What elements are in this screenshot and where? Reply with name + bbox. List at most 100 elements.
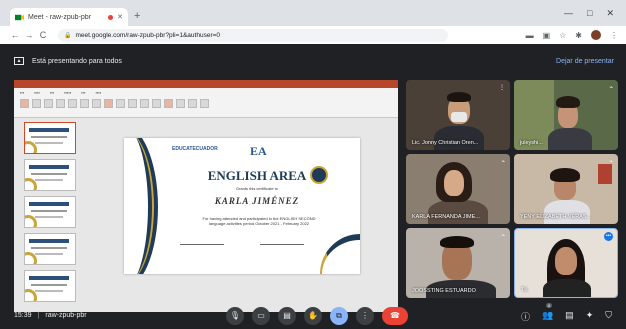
present-screen-icon: ▲: [14, 57, 24, 65]
maximize-button[interactable]: □: [587, 8, 592, 19]
meet-window: ▲ Está presentando para todos Dejar de p…: [0, 44, 626, 329]
reload-button[interactable]: C: [36, 30, 50, 40]
ribbon-tab: ▪▪▪: [49, 90, 55, 95]
new-tab-button[interactable]: +: [134, 10, 140, 22]
slide-thumbnail: [24, 122, 76, 154]
ribbon-tool-icon: [44, 99, 53, 108]
presenting-banner: ▲ Está presentando para todos Dejar de p…: [14, 52, 614, 70]
captions-button[interactable]: ▤: [278, 307, 296, 325]
close-window-button[interactable]: ✕: [606, 8, 614, 19]
participant-tile[interactable]: ⌁ YENY ELIZABETH VERAS...: [514, 154, 618, 224]
url-text: meet.google.com/raw-zpub-pbr?pli=1&authu…: [75, 31, 221, 39]
ribbon-tools: [14, 97, 398, 110]
slide-thumbnails: [18, 122, 76, 308]
activities-icon[interactable]: ✦: [586, 310, 594, 323]
participant-name: juleyshi...: [520, 140, 543, 146]
ribbon-tab: ▪▪▪▪▪: [64, 90, 72, 95]
muted-mic-icon: ⌁: [501, 159, 505, 165]
ribbon-tool-icon: [104, 99, 113, 108]
meet-favicon-icon: [15, 14, 24, 20]
meeting-controls-bar: 15:39 | raw-zpub-pbr 🎙 ▭ ▤ ✋ ⧉ ⋮ ☎ ⓘ 8 👥 …: [0, 302, 626, 329]
ribbon-tool-icon: [68, 99, 77, 108]
slide-thumbnail: [24, 233, 76, 265]
powerpoint-title-bar: [14, 80, 398, 88]
participant-name: Tú: [521, 287, 528, 293]
address-bar[interactable]: 🔒 meet.google.com/raw-zpub-pbr?pli=1&aut…: [58, 28, 448, 42]
meeting-info: 15:39 | raw-zpub-pbr: [14, 312, 87, 319]
microphone-button[interactable]: 🎙: [226, 307, 244, 325]
minimize-button[interactable]: —: [564, 8, 573, 19]
call-controls: 🎙 ▭ ▤ ✋ ⧉ ⋮ ☎: [226, 307, 408, 325]
present-button[interactable]: ⧉: [330, 307, 348, 325]
participant-tile[interactable]: ⌁ KARLA FERNANDA JIME...: [406, 154, 510, 224]
camera-button[interactable]: ▭: [252, 307, 270, 325]
people-button[interactable]: 8 👥: [541, 303, 554, 323]
certificate-body: For having attended and participated in …: [202, 216, 316, 226]
browser-tab[interactable]: Meet - raw-zpub-pbr ✕: [10, 8, 128, 26]
shared-screen: ▪▪▪ ▪▪▪▪ ▪▪▪ ▪▪▪▪▪ ▪▪▪ ▪▪▪▪ EDUCATECUADO…: [14, 80, 398, 312]
browser-chrome: Meet - raw-zpub-pbr ✕ + — □ ✕ ← → C 🔒 me…: [0, 0, 626, 44]
extension-icon[interactable]: ▣: [543, 31, 551, 40]
stop-presenting-button[interactable]: Dejar de presentar: [556, 58, 614, 65]
recording-indicator-icon: [108, 14, 114, 20]
ribbon-tabs: ▪▪▪ ▪▪▪▪ ▪▪▪ ▪▪▪▪▪ ▪▪▪ ▪▪▪▪: [14, 88, 398, 97]
camera-permission-icon[interactable]: ▬: [526, 31, 534, 40]
browser-menu-icon[interactable]: ⋮: [610, 31, 618, 40]
participant-menu-icon[interactable]: ⋮: [499, 84, 505, 91]
meeting-code: raw-zpub-pbr: [45, 312, 87, 319]
participant-tile[interactable]: ⌁ JOOSSTING ESTUARDO: [406, 228, 510, 298]
window-controls: — □ ✕: [564, 8, 614, 19]
chat-icon[interactable]: ▤: [565, 310, 574, 323]
ribbon-tool-icon: [80, 99, 89, 108]
ribbon-tool-icon: [128, 99, 137, 108]
browser-toolbar-icons: ▬ ▣ ☆ ✱ ⋮: [526, 30, 618, 40]
raise-hand-button[interactable]: ✋: [304, 307, 322, 325]
ribbon-tab: ▪▪▪▪: [34, 90, 40, 95]
meeting-time: 15:39: [14, 312, 32, 319]
separator: |: [37, 312, 40, 319]
profile-avatar[interactable]: [591, 30, 601, 40]
ribbon-tab: ▪▪▪▪: [95, 90, 102, 95]
ribbon-tool-icon: [152, 99, 161, 108]
signature-line: [260, 244, 304, 246]
people-icon: 👥: [541, 310, 554, 320]
ribbon-tool-icon: [188, 99, 197, 108]
participant-tile[interactable]: ⌁ juleyshi...: [514, 80, 618, 150]
signature-line: [180, 244, 224, 246]
tab-close-icon[interactable]: ✕: [117, 13, 123, 21]
slide-thumbnail: [24, 159, 76, 191]
more-options-button[interactable]: ⋮: [356, 307, 374, 325]
participant-name: Lic. Jonny Christian Oren...: [412, 140, 479, 146]
meeting-side-controls: ⓘ 8 👥 ▤ ✦ ⛉: [521, 303, 612, 323]
ribbon-tool-icon: [56, 99, 65, 108]
tab-title: Meet - raw-zpub-pbr: [28, 13, 92, 21]
lock-icon: 🔒: [64, 32, 72, 39]
more-options-icon[interactable]: •••: [604, 232, 613, 241]
ribbon-tool-icon: [32, 99, 41, 108]
paste-icon: [20, 99, 29, 108]
participant-name: JOOSSTING ESTUARDO: [412, 288, 476, 294]
participant-count-badge: 8: [545, 303, 553, 308]
participant-tile[interactable]: ⋮ Lic. Jonny Christian Oren...: [406, 80, 510, 150]
ribbon-tool-icon: [116, 99, 125, 108]
meeting-details-icon[interactable]: ⓘ: [521, 310, 530, 323]
host-controls-icon[interactable]: ⛉: [605, 310, 612, 323]
extensions-puzzle-icon[interactable]: ✱: [575, 31, 582, 40]
self-view-tile[interactable]: ••• Tú: [514, 228, 618, 298]
ribbon-tab: ▪▪▪: [20, 90, 25, 95]
ribbon-tool-icon: [92, 99, 101, 108]
presenting-text: Está presentando para todos: [32, 57, 122, 65]
back-button[interactable]: ←: [8, 30, 22, 40]
certificate-slide: EDUCATECUADOR EA ENGLISH AREA Grants thi…: [124, 138, 360, 274]
navigation-bar: ← → C 🔒 meet.google.com/raw-zpub-pbr?pli…: [0, 26, 626, 44]
muted-mic-icon: ⌁: [501, 233, 505, 239]
participant-name: KARLA FERNANDA JIME...: [412, 214, 480, 220]
ribbon-tool-icon: [164, 99, 173, 108]
certificate-title: ENGLISH AREA: [207, 168, 307, 183]
recipient-name: KARLA JIMÉNEZ: [214, 196, 300, 206]
forward-button[interactable]: →: [22, 30, 36, 40]
end-call-button[interactable]: ☎: [382, 307, 408, 325]
bookmark-star-icon[interactable]: ☆: [559, 31, 566, 40]
powerpoint-ribbon: ▪▪▪ ▪▪▪▪ ▪▪▪ ▪▪▪▪▪ ▪▪▪ ▪▪▪▪: [14, 88, 398, 118]
ribbon-tool-icon: [176, 99, 185, 108]
